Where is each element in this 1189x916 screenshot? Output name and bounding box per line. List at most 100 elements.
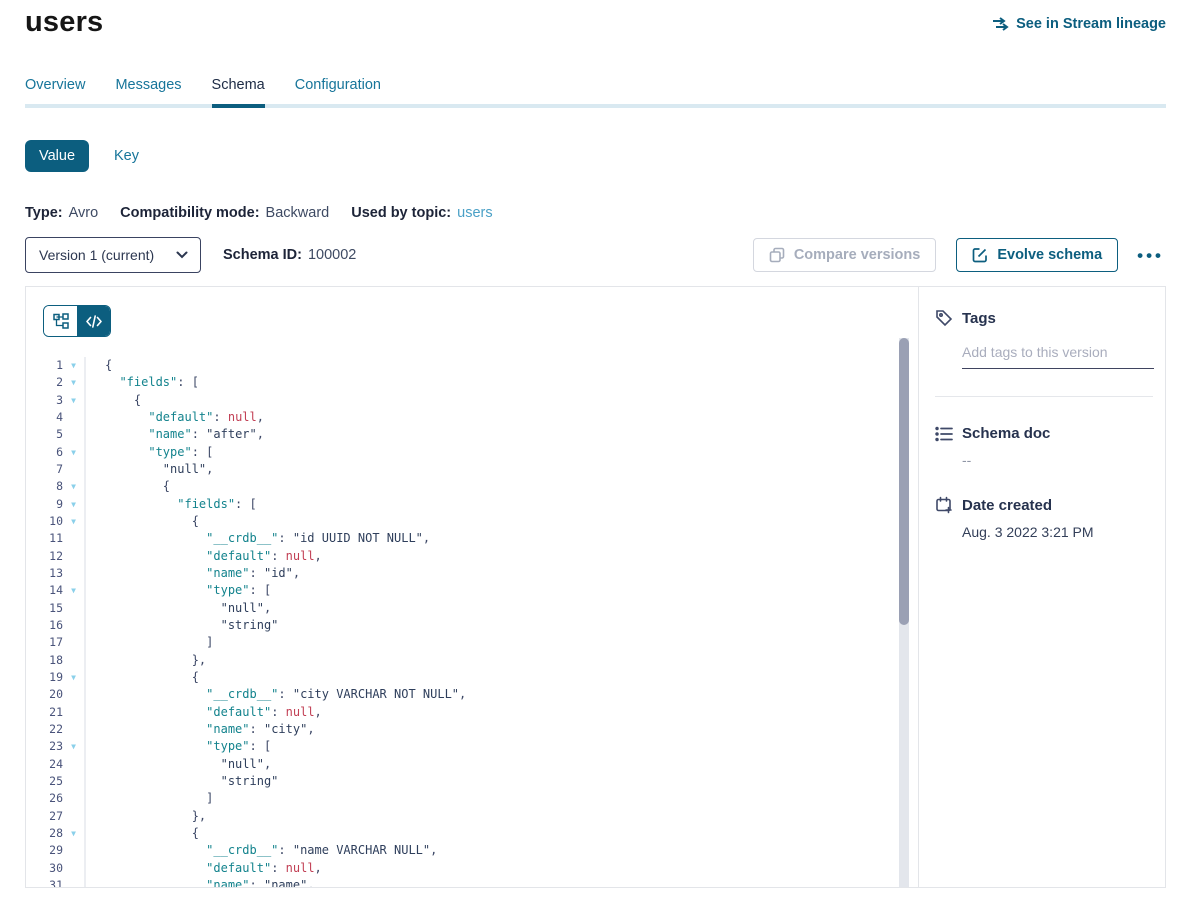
line-number: 24	[26, 756, 63, 773]
code-line: 20 "__crdb__": "city VARCHAR NOT NULL",	[26, 686, 918, 703]
tab-bar: Overview Messages Schema Configuration	[25, 77, 1166, 108]
code-line: 24 "null",	[26, 756, 918, 773]
chevron-down-icon	[176, 251, 188, 259]
schema-code-editor[interactable]: 1▼{2▼ "fields": [3▼ {4 "default": null,5…	[26, 357, 918, 887]
schema-actions: Compare versions Evolve schema •••	[753, 238, 1166, 272]
code-text: ]	[86, 634, 213, 651]
evolve-schema-label: Evolve schema	[997, 247, 1102, 263]
tree-view-button[interactable]	[44, 306, 77, 336]
code-text: ]	[86, 790, 213, 807]
code-text: {	[86, 513, 199, 530]
fold-arrow-icon[interactable]: ▼	[63, 444, 86, 461]
schema-doc-heading-label: Schema doc	[962, 425, 1050, 442]
stream-lineage-link[interactable]: See in Stream lineage	[992, 16, 1166, 32]
code-text: "type": [	[86, 582, 271, 599]
code-view-button[interactable]	[77, 306, 110, 336]
line-number: 18	[26, 652, 63, 669]
meta-compatibility-label: Compatibility mode:	[120, 205, 259, 221]
tab-overview[interactable]: Overview	[25, 77, 85, 104]
evolve-schema-button[interactable]: Evolve schema	[956, 238, 1118, 272]
fold-gutter	[63, 426, 86, 443]
fold-arrow-icon[interactable]: ▼	[63, 392, 86, 409]
date-created-section: Date created Aug. 3 2022 3:21 PM	[935, 496, 1165, 540]
code-text: "default": null,	[86, 548, 322, 565]
code-line: 21 "default": null,	[26, 704, 918, 721]
code-line: 19▼ {	[26, 669, 918, 686]
schema-id: Schema ID: 100002	[223, 247, 356, 263]
fold-gutter	[63, 565, 86, 582]
sidebar-divider	[935, 396, 1153, 397]
code-view-icon	[86, 315, 102, 328]
editor-scrollbar[interactable]	[899, 338, 909, 887]
code-text: "name": "after",	[86, 426, 264, 443]
meta-type: Type: Avro	[25, 205, 98, 221]
add-tags-input[interactable]	[962, 344, 1154, 369]
fold-gutter	[63, 652, 86, 669]
fold-gutter	[63, 409, 86, 426]
topic-link[interactable]: users	[457, 205, 492, 221]
line-number: 26	[26, 790, 63, 807]
code-text: "null",	[86, 756, 271, 773]
meta-type-label: Type:	[25, 205, 63, 221]
code-line: 1▼{	[26, 357, 918, 374]
code-line: 10▼ {	[26, 513, 918, 530]
code-text: {	[86, 392, 141, 409]
line-number: 25	[26, 773, 63, 790]
fold-arrow-icon[interactable]: ▼	[63, 582, 86, 599]
code-line: 11 "__crdb__": "id UUID NOT NULL",	[26, 530, 918, 547]
schema-id-label: Schema ID:	[223, 247, 302, 263]
fold-gutter	[63, 548, 86, 565]
line-number: 28	[26, 825, 63, 842]
fold-arrow-icon[interactable]: ▼	[63, 357, 86, 374]
line-number: 16	[26, 617, 63, 634]
compare-versions-label: Compare versions	[794, 247, 921, 263]
fold-arrow-icon[interactable]: ▼	[63, 496, 86, 513]
code-text: "type": [	[86, 738, 271, 755]
code-text: "default": null,	[86, 860, 322, 877]
code-line: 5 "name": "after",	[26, 426, 918, 443]
line-number: 29	[26, 842, 63, 859]
code-text: {	[86, 669, 199, 686]
code-lines: 1▼{2▼ "fields": [3▼ {4 "default": null,5…	[26, 357, 918, 887]
fold-arrow-icon[interactable]: ▼	[63, 669, 86, 686]
meta-type-value: Avro	[69, 205, 99, 221]
version-select-value: Version 1 (current)	[39, 247, 154, 263]
code-text: {	[86, 357, 112, 374]
code-line: 23▼ "type": [	[26, 738, 918, 755]
fold-arrow-icon[interactable]: ▼	[63, 478, 86, 495]
compare-versions-icon	[769, 247, 785, 263]
tab-configuration[interactable]: Configuration	[295, 77, 381, 104]
fold-arrow-icon[interactable]: ▼	[63, 513, 86, 530]
code-line: 13 "name": "id",	[26, 565, 918, 582]
code-line: 12 "default": null,	[26, 548, 918, 565]
code-text: "name": "id",	[86, 565, 300, 582]
line-number: 9	[26, 496, 63, 513]
code-text: "__crdb__": "id UUID NOT NULL",	[86, 530, 430, 547]
code-text: "default": null,	[86, 704, 322, 721]
version-select[interactable]: Version 1 (current)	[25, 237, 201, 273]
compare-versions-button[interactable]: Compare versions	[753, 238, 937, 272]
line-number: 17	[26, 634, 63, 651]
fold-arrow-icon[interactable]: ▼	[63, 825, 86, 842]
tab-messages[interactable]: Messages	[115, 77, 181, 104]
fold-gutter	[63, 634, 86, 651]
value-key-toggle: Value Key	[25, 140, 1166, 172]
more-options-button[interactable]: •••	[1135, 243, 1166, 268]
editor-scrollbar-thumb[interactable]	[899, 338, 909, 625]
code-line: 18 },	[26, 652, 918, 669]
tab-schema[interactable]: Schema	[212, 77, 265, 108]
meta-compatibility-value: Backward	[266, 205, 330, 221]
key-tab-button[interactable]: Key	[114, 148, 139, 164]
schema-doc-value: --	[962, 452, 1165, 468]
code-line: 29 "__crdb__": "name VARCHAR NULL",	[26, 842, 918, 859]
line-number: 8	[26, 478, 63, 495]
meta-used-by-topic: Used by topic: users	[351, 205, 492, 221]
fold-arrow-icon[interactable]: ▼	[63, 374, 86, 391]
calendar-add-icon	[935, 496, 953, 514]
tags-heading-label: Tags	[962, 310, 996, 327]
page-header: users See in Stream lineage	[25, 6, 1166, 39]
code-text: },	[86, 652, 206, 669]
fold-gutter	[63, 530, 86, 547]
value-tab-button[interactable]: Value	[25, 140, 89, 172]
fold-arrow-icon[interactable]: ▼	[63, 738, 86, 755]
